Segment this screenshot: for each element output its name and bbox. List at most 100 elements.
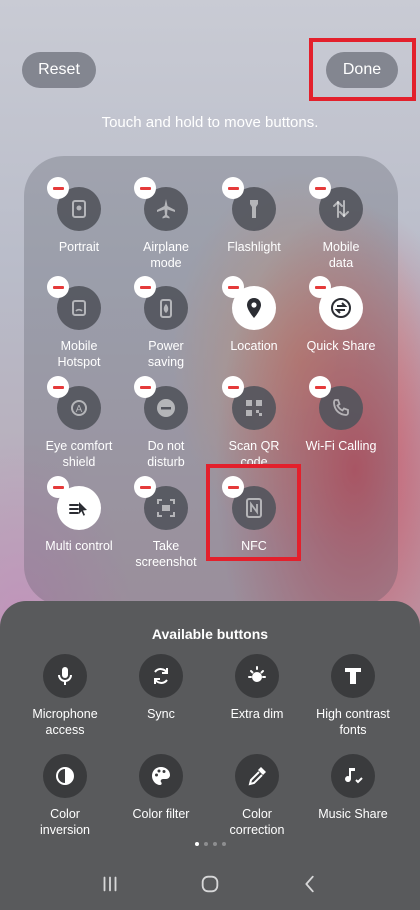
tile-take-screenshot[interactable]: Take screenshot (118, 476, 214, 570)
tile-toggle[interactable] (309, 177, 363, 231)
wifi-calling-icon (333, 399, 349, 416)
available-button[interactable] (43, 654, 87, 698)
available-extra-dim[interactable]: Extra dim (207, 654, 307, 722)
tile-quick-share[interactable]: Quick Share (293, 276, 389, 354)
minus-icon (314, 385, 326, 389)
remove-button[interactable] (222, 276, 244, 298)
tile-toggle[interactable] (222, 177, 276, 231)
available-button[interactable] (331, 654, 375, 698)
extra-dim-icon (248, 666, 266, 682)
available-color-inversion[interactable]: Color inversion (15, 754, 115, 838)
available-button[interactable] (235, 654, 279, 698)
available-microphone-access[interactable]: Microphone access (15, 654, 115, 738)
recent-apps-button[interactable] (99, 873, 121, 900)
available-label: Color correction (229, 807, 285, 837)
available-button[interactable] (139, 654, 183, 698)
tile-toggle[interactable] (47, 276, 101, 330)
tile-location[interactable]: Location (206, 276, 302, 354)
available-buttons-title: Available buttons (151, 626, 269, 642)
svg-text:A: A (76, 404, 83, 415)
tile-label: Power saving (147, 339, 185, 369)
remove-button[interactable] (309, 276, 331, 298)
tile-label: Quick Share (306, 339, 376, 353)
tile-label: Airplane mode (143, 240, 189, 270)
sync-icon (154, 668, 168, 684)
remove-button[interactable] (134, 177, 156, 199)
music-share-icon (345, 768, 363, 784)
minus-icon (52, 485, 64, 489)
minus-icon (52, 186, 64, 190)
quick-share-icon (331, 298, 351, 318)
color-correction-icon (248, 767, 266, 786)
tile-toggle[interactable] (47, 476, 101, 530)
remove-button[interactable] (47, 476, 69, 498)
tile-toggle[interactable] (134, 476, 188, 530)
available-color-filter[interactable]: Color filter (111, 754, 211, 822)
available-high-contrast-fonts[interactable]: High contrast fonts (303, 654, 403, 738)
tile-toggle[interactable] (309, 376, 363, 430)
remove-button[interactable] (222, 177, 244, 199)
color-filter-icon (152, 767, 170, 785)
minus-icon (314, 285, 326, 289)
tile-toggle[interactable] (134, 276, 188, 330)
tile-toggle[interactable] (134, 376, 188, 430)
tile-portrait[interactable]: Portrait (31, 177, 127, 255)
tile-label: Eye comfort shield (45, 439, 113, 469)
remove-button[interactable] (134, 376, 156, 398)
microphone-icon (58, 667, 72, 685)
minus-icon (227, 285, 239, 289)
available-label: Microphone access (32, 707, 98, 737)
tile-do-not-disturb[interactable]: Do not disturb (118, 376, 214, 470)
minus-icon (139, 285, 151, 289)
mobile-data-icon (333, 200, 349, 218)
tile-toggle[interactable] (47, 177, 101, 231)
remove-button[interactable] (309, 376, 331, 398)
available-sync[interactable]: Sync (111, 654, 211, 722)
back-button[interactable] (299, 873, 321, 900)
tile-toggle[interactable] (134, 177, 188, 231)
tile-toggle[interactable]: A (47, 376, 101, 430)
tile-label: Do not disturb (147, 439, 185, 469)
remove-button[interactable] (134, 476, 156, 498)
qr-icon (246, 400, 262, 416)
power-saving-icon (160, 299, 172, 318)
tile-toggle[interactable] (222, 376, 276, 430)
minus-icon (52, 285, 64, 289)
page-indicator (0, 842, 420, 846)
tile-eye-comfort-shield[interactable]: A Eye comfort shield (31, 376, 127, 470)
navigation-bar (0, 863, 420, 910)
remove-button[interactable] (47, 376, 69, 398)
tile-multi-control[interactable]: Multi control (31, 476, 127, 554)
tile-wi-fi-calling[interactable]: Wi-Fi Calling (293, 376, 389, 454)
tile-airplane-mode[interactable]: Airplane mode (118, 177, 214, 271)
tile-toggle[interactable] (309, 276, 363, 330)
eye-comfort-icon: A (71, 400, 87, 416)
available-button[interactable] (235, 754, 279, 798)
tile-label: Mobile data (322, 240, 360, 270)
page-dot[interactable] (203, 842, 208, 846)
page-dot[interactable] (221, 842, 226, 846)
available-label: Color filter (132, 807, 190, 821)
tile-power-saving[interactable]: Power saving (118, 276, 214, 370)
available-color-correction[interactable]: Color correction (207, 754, 307, 838)
tile-toggle[interactable] (222, 276, 276, 330)
available-music-share[interactable]: Music Share (303, 754, 403, 822)
remove-button[interactable] (309, 177, 331, 199)
remove-button[interactable] (134, 276, 156, 298)
remove-button[interactable] (47, 177, 69, 199)
tile-mobile-hotspot[interactable]: Mobile Hotspot (31, 276, 127, 370)
tile-flashlight[interactable]: Flashlight (206, 177, 302, 255)
available-button[interactable] (43, 754, 87, 798)
tile-scan-qr-code[interactable]: Scan QR code (206, 376, 302, 470)
page-dot[interactable] (212, 842, 217, 846)
remove-button[interactable] (222, 376, 244, 398)
nfc-highlight-box (206, 464, 301, 561)
page-dot[interactable] (194, 842, 199, 846)
done-highlight-box (309, 38, 416, 101)
available-button[interactable] (331, 754, 375, 798)
home-button[interactable] (199, 873, 221, 900)
reset-button[interactable]: Reset (22, 52, 96, 88)
available-button[interactable] (139, 754, 183, 798)
remove-button[interactable] (47, 276, 69, 298)
tile-mobile-data[interactable]: Mobile data (293, 177, 389, 271)
